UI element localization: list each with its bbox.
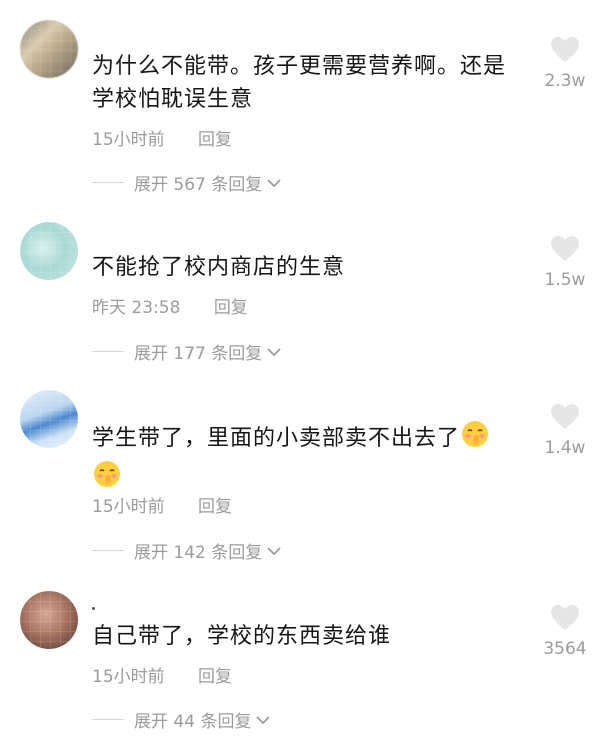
- expand-replies-label: 展开 142 条回复: [134, 543, 263, 563]
- avatar[interactable]: [20, 222, 78, 280]
- expand-replies-button[interactable]: 展开 177 条回复: [92, 339, 282, 364]
- comment-text: 学生带了，里面的小卖部卖不出去了: [92, 419, 522, 499]
- like-button[interactable]: 2.3w: [536, 36, 594, 91]
- comment-time: 昨天 23:58: [92, 298, 181, 318]
- expand-replies-button[interactable]: 展开 567 条回复: [92, 170, 282, 195]
- comment-time: 15小时前: [92, 667, 165, 687]
- like-button[interactable]: 1.4w: [536, 403, 594, 458]
- divider-line: [92, 719, 124, 720]
- comment-meta: 昨天 23:58 回复: [92, 293, 248, 318]
- comment-text: 不能抢了校内商店的生意: [92, 255, 346, 280]
- like-button[interactable]: 1.5w: [536, 235, 594, 290]
- expand-replies-button[interactable]: 展开 44 条回复: [92, 707, 271, 732]
- comment-text-content: 学生带了，里面的小卖部卖不出去了: [92, 426, 461, 451]
- shush-face-emoji: [460, 419, 490, 459]
- expand-replies-label: 展开 177 条回复: [134, 344, 263, 364]
- avatar[interactable]: [20, 390, 78, 448]
- heart-icon: [536, 36, 594, 63]
- reply-button[interactable]: 回复: [198, 662, 232, 687]
- chevron-down-icon: [266, 342, 282, 362]
- heart-icon: [536, 604, 594, 631]
- reply-button[interactable]: 回复: [198, 125, 232, 150]
- chevron-down-icon: [266, 541, 282, 561]
- chevron-down-icon: [266, 173, 282, 193]
- decorative-dot: [92, 607, 95, 610]
- like-count: 3564: [543, 639, 587, 659]
- expand-replies-label: 展开 567 条回复: [134, 175, 263, 195]
- divider-line: [92, 182, 124, 183]
- expand-replies-label: 展开 44 条回复: [134, 712, 252, 732]
- heart-icon: [536, 403, 594, 430]
- divider-line: [92, 351, 124, 352]
- comment-meta: 15小时前 回复: [92, 125, 232, 150]
- like-button[interactable]: 3564: [536, 604, 594, 659]
- comment-text: 为什么不能带。孩子更需要营养啊。还是学校怕耽误生意: [92, 54, 507, 112]
- heart-icon: [536, 235, 594, 262]
- reply-button[interactable]: 回复: [214, 293, 248, 318]
- comment-meta: 15小时前 回复: [92, 492, 232, 517]
- like-count: 2.3w: [544, 71, 586, 91]
- avatar[interactable]: [20, 591, 78, 649]
- comment-text: 自己带了，学校的东西卖给谁: [92, 624, 392, 649]
- comment-time: 15小时前: [92, 130, 165, 150]
- expand-replies-button[interactable]: 展开 142 条回复: [92, 538, 282, 563]
- divider-line: [92, 550, 124, 551]
- comment-time: 15小时前: [92, 497, 165, 517]
- like-count: 1.4w: [544, 438, 586, 458]
- reply-button[interactable]: 回复: [198, 492, 232, 517]
- like-count: 1.5w: [544, 270, 586, 290]
- chevron-down-icon: [255, 710, 271, 730]
- avatar[interactable]: [20, 20, 78, 78]
- comment-meta: 15小时前 回复: [92, 662, 232, 687]
